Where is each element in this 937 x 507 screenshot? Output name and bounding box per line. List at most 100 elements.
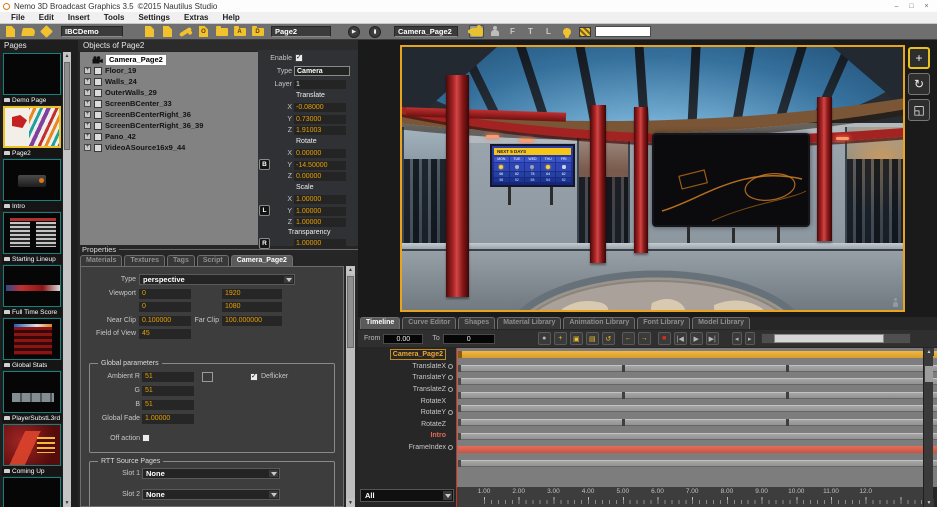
open-project-button[interactable] — [21, 25, 36, 38]
timeline-tab[interactable]: Material Library — [497, 317, 561, 329]
pages-scrollbar[interactable]: ▲ ▼ — [63, 52, 71, 507]
track-row[interactable] — [456, 419, 937, 431]
window-control-button[interactable]: × — [919, 1, 934, 12]
camera-type-dropdown[interactable]: perspective — [139, 274, 295, 285]
timeline-tab[interactable]: Curve Editor — [402, 317, 456, 329]
properties-tab[interactable]: Tags — [167, 255, 195, 266]
play-page-button[interactable]: ▶ — [348, 26, 360, 38]
track-row[interactable] — [456, 365, 937, 377]
page-list-item[interactable]: Starting Lineup — [2, 212, 62, 264]
playhead[interactable] — [456, 348, 457, 507]
page-list-item[interactable]: Full Time Score — [2, 265, 62, 317]
track-row[interactable] — [456, 392, 937, 404]
to-field[interactable]: 0 — [443, 334, 495, 344]
page-label-bar[interactable]: Coming Up — [2, 466, 62, 476]
skip-to-end-button[interactable]: ▶| — [706, 332, 719, 345]
keyframe-marker[interactable] — [786, 419, 789, 426]
page-list-item[interactable]: Intro — [2, 159, 62, 211]
object-tree-root[interactable]: Camera_Page2 — [80, 54, 258, 65]
page-list-item[interactable]: Demo Page — [2, 53, 62, 105]
viewport-h-field[interactable]: 1080 — [222, 302, 282, 312]
toolbar-search-input[interactable] — [595, 26, 651, 37]
page-thumbnail[interactable] — [3, 106, 61, 148]
scroll-down-icon[interactable]: ▼ — [346, 499, 355, 507]
duplicate-page-button[interactable] — [160, 25, 175, 38]
font-tool-button[interactable]: F — [505, 25, 520, 38]
track-row[interactable] — [456, 433, 937, 445]
object-checkbox[interactable] — [94, 89, 102, 97]
properties-tab[interactable]: Camera_Page2 — [231, 255, 293, 266]
timeline-tab[interactable]: Animation Library — [563, 317, 635, 329]
off-action-checkbox[interactable] — [142, 434, 150, 442]
stop-page-button[interactable]: ▮ — [369, 26, 381, 38]
expand-icon[interactable] — [84, 133, 91, 140]
track-row[interactable] — [456, 405, 937, 417]
scroll-up-icon[interactable]: ▲ — [346, 266, 355, 274]
translate-y-field[interactable]: 0.73000 — [294, 115, 346, 124]
timeline-scroll-left-button[interactable]: ◂ — [732, 332, 742, 345]
page-thumbnail[interactable] — [3, 53, 61, 95]
page-label-bar[interactable]: PlayerSubstL3rd — [2, 413, 62, 423]
page-list-item[interactable]: Page2 — [2, 106, 62, 158]
track-label-row[interactable]: RotateZ — [358, 419, 456, 431]
object-tree-item[interactable]: VideoASource16x9_44 — [80, 142, 258, 153]
page-thumbnail[interactable] — [3, 318, 61, 360]
scale-x-field[interactable]: 1.00000 — [294, 195, 346, 204]
track-bar[interactable] — [458, 392, 937, 399]
rotate-x-field[interactable]: 0.00000 — [294, 149, 346, 158]
track-label[interactable]: TranslateZ — [413, 386, 446, 393]
track-label-row[interactable]: Camera_Page2 — [358, 349, 456, 361]
add-keyframe-button[interactable]: + — [554, 332, 567, 345]
page-thumbnail[interactable] — [3, 371, 61, 413]
menu-item[interactable]: Insert — [61, 12, 97, 23]
skip-to-start-button[interactable]: |◀ — [674, 332, 687, 345]
menu-item[interactable]: Tools — [97, 12, 132, 23]
folder-a-button[interactable]: A — [232, 25, 247, 38]
ambient-g-field[interactable]: 51 — [142, 386, 194, 396]
track-label-row[interactable]: TranslateZ — [358, 384, 456, 396]
timeline-vscrollbar[interactable]: ▲ ▼ — [923, 348, 933, 507]
timeline-hscroll-thumb[interactable] — [774, 334, 884, 343]
track-bar[interactable] — [458, 433, 937, 440]
project-name-field[interactable]: IBCDemo — [61, 26, 123, 37]
rotate-tool-button[interactable]: ↻ — [908, 73, 930, 95]
menu-item[interactable]: Settings — [131, 12, 177, 23]
step-forward-button[interactable]: → — [638, 332, 651, 345]
keyframe-marker[interactable] — [786, 365, 789, 372]
page-label-bar[interactable]: Page2 — [2, 148, 62, 158]
from-field[interactable]: 0.00 — [383, 334, 423, 344]
object-checkbox[interactable] — [94, 78, 102, 86]
timeline-tab[interactable]: Font Library — [637, 317, 690, 329]
properties-tab[interactable]: Script — [197, 255, 229, 266]
page-thumbnail[interactable] — [3, 159, 61, 201]
camera-tool-button[interactable] — [469, 25, 484, 38]
track-label-row[interactable]: TranslateY — [358, 372, 456, 384]
layer-tool-button[interactable]: L — [541, 25, 556, 38]
page-label-bar[interactable]: Demo Page — [2, 95, 62, 105]
track-bar[interactable] — [458, 351, 937, 358]
timeline-tab[interactable]: Timeline — [360, 317, 400, 329]
expand-icon[interactable] — [84, 100, 91, 107]
object-tree-item[interactable]: ScreenBCenterRight_36_39 — [80, 120, 258, 131]
properties-tab[interactable]: Textures — [124, 255, 165, 266]
save-project-button[interactable] — [39, 25, 54, 38]
slot-dropdown[interactable]: None — [142, 468, 280, 479]
track-label[interactable]: RotateY — [421, 409, 446, 416]
object-tree-item[interactable]: Floor_19 — [80, 65, 258, 76]
type-field[interactable]: Camera — [294, 66, 350, 76]
object-checkbox[interactable] — [94, 67, 102, 75]
track-bar[interactable] — [458, 378, 937, 385]
track-curve-icon[interactable] — [448, 387, 453, 392]
copy-button[interactable]: ▣ — [570, 332, 583, 345]
record-button[interactable]: ● — [538, 332, 551, 345]
pages-scroll-thumb[interactable] — [64, 62, 70, 150]
step-back-button[interactable]: ← — [622, 332, 635, 345]
page-thumbnail[interactable] — [3, 424, 61, 466]
track-label-row[interactable]: RotateX — [358, 395, 456, 407]
fov-field[interactable]: 45 — [139, 329, 191, 339]
scroll-up-icon[interactable]: ▲ — [924, 348, 934, 356]
scale-tool-button[interactable]: ◱ — [908, 99, 930, 121]
viewport-x-field[interactable]: 0 — [139, 289, 191, 299]
track-label-row[interactable]: RotateY — [358, 407, 456, 419]
rotate-z-field[interactable]: 0.00000 — [294, 172, 346, 181]
